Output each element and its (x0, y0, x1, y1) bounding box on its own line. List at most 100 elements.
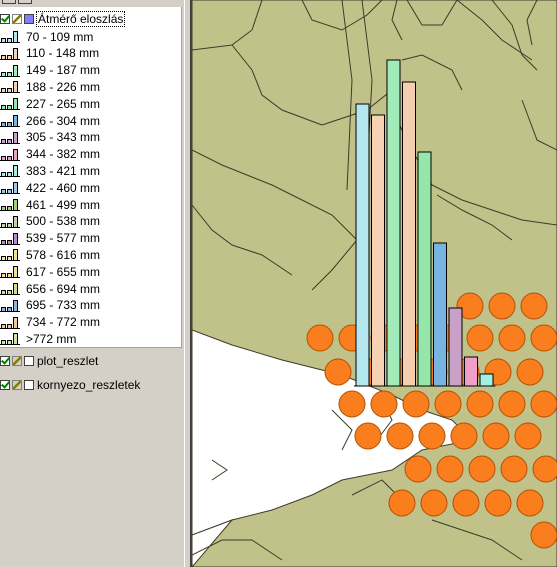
tree-point-marker (530, 521, 557, 549)
tree-point-marker (404, 455, 432, 483)
tree-point-marker (466, 390, 494, 418)
tree-point-marker (418, 422, 446, 450)
legend-list: Átmérő eloszlás 70 - 109 mm 110 - 148 mm 1… (0, 7, 182, 348)
bar-chart-symbol-icon (0, 64, 22, 77)
histogram-bar (417, 151, 432, 387)
tree-point-marker (324, 358, 352, 386)
legend-class-item: 617 - 655 mm (0, 263, 100, 280)
legend-class-item: 695 - 733 mm (0, 297, 100, 314)
tree-point-marker (484, 489, 512, 517)
layer-kornyezo-reszletek[interactable]: kornyezo_reszletek (0, 376, 140, 394)
bar-chart-symbol-icon (0, 282, 22, 295)
tree-point-marker (434, 390, 462, 418)
legend-class-item: 305 - 343 mm (0, 129, 100, 146)
legend-class-item: 149 - 187 mm (0, 62, 100, 79)
toc-tab-button[interactable] (18, 0, 32, 4)
bar-chart-symbol-icon (0, 164, 22, 178)
legend-class-label: >772 mm (26, 331, 77, 346)
panel-splitter[interactable] (184, 0, 192, 567)
tree-point-marker (338, 390, 366, 418)
legend-class-item: 656 - 694 mm (0, 280, 100, 297)
tree-point-marker (532, 455, 557, 483)
layer-name: plot_reszlet (37, 354, 99, 368)
bar-chart-symbol-icon (0, 316, 22, 329)
tree-point-marker (520, 292, 548, 320)
edit-pencil-icon (12, 14, 22, 24)
tree-point-marker (388, 489, 416, 517)
layer-visibility-checkbox[interactable] (0, 14, 10, 24)
histogram-bar (479, 373, 494, 387)
legend-class-item: 500 - 538 mm (0, 213, 100, 230)
legend-class-label: 734 - 772 mm (26, 315, 101, 330)
bar-chart-symbol-icon (0, 299, 22, 312)
legend-class-label: 539 - 577 mm (26, 231, 101, 246)
layer-symbol-icon (24, 380, 34, 390)
legend-class-label: 656 - 694 mm (26, 281, 101, 296)
layer-visibility-checkbox[interactable] (0, 356, 10, 366)
tree-point-marker (500, 455, 528, 483)
legend-class-item: 734 - 772 mm (0, 314, 100, 331)
layer-name: kornyezo_reszletek (37, 378, 141, 392)
layer-name: Átmérő eloszlás (35, 11, 126, 27)
tree-point-marker (482, 422, 510, 450)
edit-pencil-icon (12, 356, 22, 366)
legend-class-label: 227 - 265 mm (26, 96, 101, 111)
legend-class-label: 695 - 733 mm (26, 298, 101, 313)
bar-chart-symbol-icon (0, 215, 22, 228)
legend-class-label: 70 - 109 mm (26, 29, 94, 44)
bar-chart-symbol-icon (0, 265, 22, 279)
legend-class-item: 539 - 577 mm (0, 230, 100, 247)
legend-class-item: 227 - 265 mm (0, 95, 100, 112)
tree-point-marker (466, 324, 494, 352)
legend-class-label: 305 - 343 mm (26, 130, 101, 145)
legend-class-item: 461 - 499 mm (0, 196, 100, 213)
tree-point-marker (530, 324, 557, 352)
table-of-contents-panel: Átmérő eloszlás 70 - 109 mm 110 - 148 mm 1… (0, 0, 185, 567)
legend-class-item: 266 - 304 mm (0, 112, 100, 129)
toc-tab-button[interactable] (2, 0, 16, 4)
legend-class-item: 344 - 382 mm (0, 146, 100, 163)
tree-point-marker (420, 489, 448, 517)
bar-chart-symbol-icon (0, 332, 22, 346)
tree-point-marker (530, 390, 557, 418)
legend-class-item: 422 - 460 mm (0, 179, 100, 196)
legend-class-label: 266 - 304 mm (26, 113, 101, 128)
legend-class-item: 383 - 421 mm (0, 162, 100, 179)
tree-point-marker (452, 489, 480, 517)
map-view[interactable] (192, 0, 557, 567)
histogram-bar (433, 242, 447, 387)
tree-point-marker (436, 455, 464, 483)
legend-class-label: 500 - 538 mm (26, 214, 101, 229)
histogram-bar (355, 103, 370, 387)
bar-chart-symbol-icon (0, 248, 22, 262)
histogram-bar (402, 81, 416, 387)
layer-atmero-eloszlas[interactable]: Átmérő eloszlás (0, 10, 126, 28)
bar-chart-symbol-icon (0, 114, 22, 127)
bar-chart-symbol-icon (0, 97, 22, 111)
bar-chart-symbol-icon (0, 80, 22, 94)
histogram-bar (386, 59, 401, 387)
legend-class-label: 422 - 460 mm (26, 180, 101, 195)
legend-class-label: 617 - 655 mm (26, 264, 101, 279)
tree-point-marker (514, 422, 542, 450)
tree-point-marker (516, 358, 544, 386)
legend-class-item: 578 - 616 mm (0, 246, 100, 263)
tree-point-marker (354, 422, 382, 450)
legend-class-item: 70 - 109 mm (0, 28, 93, 45)
bar-chart-symbol-icon (0, 232, 22, 245)
tree-point-marker (516, 489, 544, 517)
tree-point-marker (468, 455, 496, 483)
bar-chart-symbol-icon (0, 198, 22, 211)
histogram-bar (371, 114, 385, 387)
legend-class-label: 383 - 421 mm (26, 163, 101, 178)
bar-chart-symbol-icon (0, 131, 22, 144)
tree-point-marker (370, 390, 398, 418)
legend-class-label: 344 - 382 mm (26, 147, 101, 162)
layer-plot-reszlet[interactable]: plot_reszlet (0, 352, 98, 370)
legend-class-label: 149 - 187 mm (26, 63, 101, 78)
layer-visibility-checkbox[interactable] (0, 380, 10, 390)
toc-toolbar (0, 0, 184, 6)
layer-symbol-icon (24, 356, 34, 366)
bar-chart-symbol-icon (0, 30, 22, 43)
histogram-bar (448, 307, 463, 387)
